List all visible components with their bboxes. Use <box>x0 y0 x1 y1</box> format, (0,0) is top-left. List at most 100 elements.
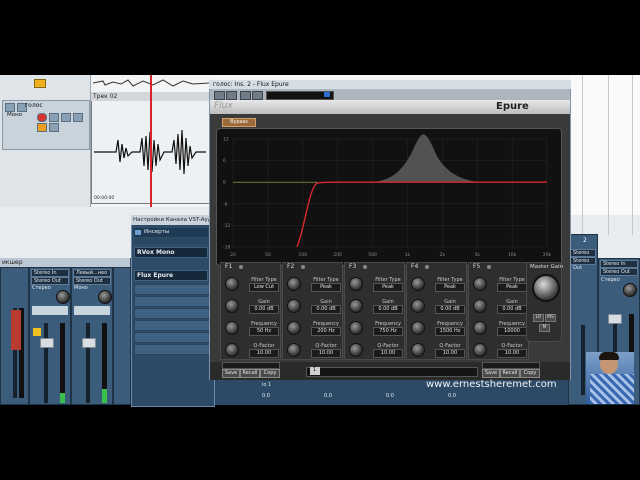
copy-button-b[interactable]: Copy <box>520 369 540 378</box>
preset-menu-icon[interactable] <box>324 92 330 97</box>
master-gain-knob[interactable] <box>532 274 560 302</box>
frequency-value[interactable]: 50 Hz <box>249 327 279 336</box>
frequency-knob[interactable] <box>473 321 487 335</box>
gain-knob[interactable] <box>473 299 487 313</box>
frequency-value[interactable]: 10000 <box>497 327 527 336</box>
monitor-button[interactable] <box>48 113 59 122</box>
insert-slot-5[interactable] <box>134 308 210 319</box>
q-factor-knob[interactable] <box>287 343 301 357</box>
recall-button-b[interactable]: Recall <box>500 369 520 378</box>
output-routing[interactable]: Stereo Out <box>31 277 69 285</box>
gain-knob[interactable] <box>411 299 425 313</box>
save-button-b[interactable]: Save <box>482 369 500 378</box>
preset-b-field[interactable] <box>482 362 540 369</box>
power-icon[interactable] <box>214 91 225 100</box>
eq-low-cut-curve[interactable] <box>296 181 547 248</box>
write-icon[interactable] <box>252 91 263 100</box>
filter-type-value[interactable]: Peak <box>311 283 341 292</box>
read-icon[interactable] <box>240 91 251 100</box>
input-routing[interactable]: Stereo In <box>31 269 69 277</box>
inserts-bypass-icon[interactable] <box>135 230 141 235</box>
q-factor-value[interactable]: 10.00 <box>373 349 403 358</box>
insert-slot-2[interactable]: Flux Epure <box>134 270 208 281</box>
band-enable-icon[interactable] <box>363 265 367 269</box>
q-factor-knob[interactable] <box>473 343 487 357</box>
insert-slot-7[interactable] <box>134 332 210 343</box>
band-enable-icon[interactable] <box>301 265 305 269</box>
morph-slider[interactable] <box>306 367 478 377</box>
eq-curve-svg[interactable]: 20 50 100 200 500 1k 2k 5k 10k 20k 12 6 0 -6 -12 -18 <box>217 129 561 265</box>
gain-value[interactable]: 0.00 dB <box>311 305 341 314</box>
insert-slot-1[interactable]: RVox Mono <box>134 247 208 258</box>
q-factor-value[interactable]: 10.00 <box>435 349 465 358</box>
insert-slot-3[interactable] <box>134 284 210 295</box>
ms-button[interactable]: MS <box>545 314 556 322</box>
q-factor-value[interactable]: 10.00 <box>497 349 527 358</box>
band-enable-icon[interactable] <box>487 265 491 269</box>
frequency-knob[interactable] <box>225 321 239 335</box>
q-factor-value[interactable]: 10.00 <box>249 349 279 358</box>
frequency-value[interactable]: 750 Hz <box>373 327 403 336</box>
write-automation-button[interactable] <box>61 113 71 122</box>
filter-type-knob[interactable] <box>225 277 239 291</box>
pan-knob[interactable] <box>56 290 70 304</box>
output-routing[interactable]: Stereo Out <box>570 257 596 271</box>
input-routing[interactable]: Stereo In <box>570 249 596 263</box>
q-factor-knob[interactable] <box>225 343 239 357</box>
frequency-knob[interactable] <box>411 321 425 335</box>
output-routing[interactable]: Stereo Out <box>600 268 638 276</box>
channel-settings-title[interactable]: Настройки Канала VST-Аудио <box>131 215 213 225</box>
output-routing[interactable]: Stereo Out <box>73 277 111 285</box>
filter-type-value[interactable]: Low Cut <box>249 283 279 292</box>
bypass-button[interactable]: Bypass <box>222 118 256 127</box>
volume-fader[interactable] <box>82 338 96 348</box>
gain-value[interactable]: 0.00 dB <box>435 305 465 314</box>
gain-knob[interactable] <box>349 299 363 313</box>
filter-type-knob[interactable] <box>349 277 363 291</box>
plugin-title[interactable]: голос: Ins. 2 - Flux Epure <box>209 80 571 89</box>
gain-knob[interactable] <box>287 299 301 313</box>
record-enable-button[interactable] <box>37 113 47 122</box>
gain-value[interactable]: 0.00 dB <box>249 305 279 314</box>
filter-type-knob[interactable] <box>473 277 487 291</box>
read-automation-button[interactable] <box>48 123 59 132</box>
save-button-a[interactable]: Save <box>222 369 240 378</box>
gain-knob[interactable] <box>225 299 239 313</box>
q-factor-knob[interactable] <box>411 343 425 357</box>
q-factor-value[interactable]: 10.00 <box>311 349 341 358</box>
bypass-icon[interactable] <box>226 91 237 100</box>
gain-value[interactable]: 0.00 dB <box>373 305 403 314</box>
lock-button[interactable] <box>72 113 83 122</box>
inserts-header[interactable]: Инсерты <box>134 228 208 237</box>
insert-slot-8[interactable] <box>134 344 210 355</box>
copy-button-a[interactable]: Copy <box>260 369 280 378</box>
input-routing[interactable]: Stereo In <box>600 260 638 268</box>
pan-knob[interactable] <box>98 290 112 304</box>
frequency-value[interactable]: 1500 Hz <box>435 327 465 336</box>
volume-fader[interactable] <box>608 314 622 324</box>
eq-peak-band[interactable] <box>233 134 547 183</box>
gain-value[interactable]: 0.00 dB <box>497 305 527 314</box>
volume-fader[interactable] <box>40 338 54 348</box>
frequency-knob[interactable] <box>349 321 363 335</box>
filter-type-knob[interactable] <box>287 277 301 291</box>
band-enable-icon[interactable] <box>425 265 429 269</box>
recall-button-a[interactable]: Recall <box>240 369 260 378</box>
eq-graph[interactable]: 20 50 100 200 500 1k 2k 5k 10k 20k 12 6 0 -6 -12 -18 <box>216 128 562 266</box>
track-header[interactable]: голос Моно <box>2 100 90 150</box>
preset-a-field[interactable] <box>222 362 280 369</box>
automation-icon[interactable] <box>34 79 46 88</box>
edit-button[interactable] <box>37 123 47 132</box>
filter-type-knob[interactable] <box>411 277 425 291</box>
input-routing[interactable]: Левый...нео In <box>73 269 111 283</box>
insert-slot-4[interactable] <box>134 296 210 307</box>
filter-type-value[interactable]: Peak <box>435 283 465 292</box>
mute-button[interactable] <box>5 103 15 112</box>
playhead-cursor[interactable] <box>150 75 152 207</box>
edit-channel-button[interactable] <box>33 328 41 336</box>
filter-type-value[interactable]: Peak <box>373 283 403 292</box>
frequency-knob[interactable] <box>287 321 301 335</box>
band-enable-icon[interactable] <box>239 265 243 269</box>
pan-knob[interactable] <box>623 283 637 297</box>
mono-button[interactable]: M <box>539 324 550 332</box>
